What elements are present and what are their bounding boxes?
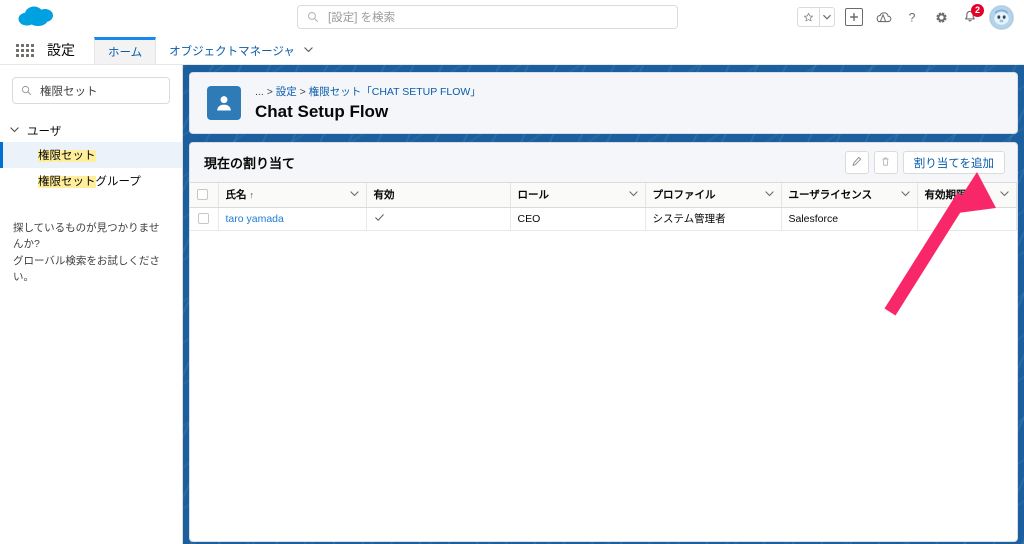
settings-gear-icon[interactable]: [931, 7, 951, 27]
sidebar-tree: ユーザ 権限セット 権限セットグループ: [0, 120, 182, 194]
chevron-down-icon[interactable]: [304, 45, 313, 57]
column-menu-role-icon[interactable]: [629, 189, 638, 201]
sidebar-hint: 探しているものが見つかりませんか? グローバル検索をお試しください。: [13, 220, 169, 285]
tab-object-manager-label: オブジェクトマネージャ: [169, 43, 295, 59]
sidebar-search-value: 権限セット: [40, 83, 98, 99]
column-header-name[interactable]: 氏名↑: [218, 183, 366, 207]
record-header: ... > 設定 > 権限セット「CHAT SETUP FLOW」 Chat S…: [189, 72, 1018, 134]
column-menu-name-icon[interactable]: [350, 189, 359, 201]
user-record-icon: [207, 86, 241, 120]
main-content: ... > 設定 > 権限セット「CHAT SETUP FLOW」 Chat S…: [183, 65, 1024, 544]
row-select-cell[interactable]: [190, 207, 218, 230]
sidebar-hint-line1: 探しているものが見つかりませんか?: [13, 220, 169, 253]
breadcrumb-permission-sets[interactable]: 権限セット: [309, 86, 362, 98]
sidebar-group-users-label: ユーザ: [27, 123, 61, 139]
select-all-header[interactable]: [190, 183, 218, 207]
avatar[interactable]: [989, 5, 1014, 30]
column-header-user-license-label: ユーザライセンス: [789, 187, 873, 202]
chevron-down-icon[interactable]: [10, 125, 19, 137]
global-header-actions: ? 2: [797, 3, 1014, 31]
sidebar-item-permission-set-groups-match: 権限セット: [38, 176, 96, 188]
cell-role: CEO: [510, 207, 645, 230]
favorites-caret-icon[interactable]: [819, 8, 834, 26]
notification-count-badge: 2: [971, 4, 984, 17]
cell-name[interactable]: taro yamada: [218, 207, 366, 230]
setup-nav-bar: 設定 ホーム オブジェクトマネージャ: [0, 34, 1024, 65]
setup-cloud-icon[interactable]: [873, 7, 893, 27]
page-title: Chat Setup Flow: [255, 102, 481, 122]
nav-tabs: ホーム オブジェクトマネージャ: [94, 34, 326, 64]
column-header-active[interactable]: 有効: [366, 183, 510, 207]
cell-active: [366, 207, 510, 230]
cell-user-license: Salesforce: [781, 207, 917, 230]
tab-home-label: ホーム: [108, 44, 142, 60]
user-link[interactable]: taro yamada: [226, 213, 284, 225]
table-header-row: 氏名↑ 有効 ロール: [190, 183, 1017, 207]
column-menu-expiration-icon[interactable]: [1000, 189, 1009, 201]
column-header-profile-label: プロファイル: [653, 187, 716, 202]
favorites-star-icon[interactable]: [798, 8, 819, 26]
trash-icon: [880, 154, 891, 172]
sidebar-item-permission-sets-label: 権限セット: [38, 150, 96, 162]
svg-text:?: ?: [909, 10, 916, 24]
app-title: 設定: [47, 40, 75, 60]
sort-ascending-icon[interactable]: ↑: [250, 190, 255, 200]
column-header-expiration[interactable]: 有効期限: [917, 183, 1017, 207]
sidebar-search-input[interactable]: 権限セット: [12, 77, 170, 104]
cell-expiration: [917, 207, 1017, 230]
row-select-checkbox[interactable]: [198, 213, 209, 224]
global-search-placeholder: [設定] を検索: [328, 9, 395, 25]
delete-button[interactable]: [874, 151, 898, 174]
select-all-checkbox[interactable]: [197, 189, 208, 200]
check-icon: [374, 214, 385, 226]
sidebar-item-permission-set-groups[interactable]: 権限セットグループ: [0, 168, 182, 194]
notifications-bell-icon[interactable]: 2: [960, 7, 980, 27]
sidebar-hint-line2: グローバル検索をお試しください。: [13, 253, 169, 286]
breadcrumb-dots[interactable]: ...: [255, 86, 264, 98]
breadcrumb: ... > 設定 > 権限セット「CHAT SETUP FLOW」: [255, 84, 481, 99]
breadcrumb-record-name: 「CHAT SETUP FLOW」: [361, 86, 481, 98]
global-search-input[interactable]: [設定] を検索: [297, 5, 678, 29]
setup-sidebar: 権限セット ユーザ 権限セット 権限セットグループ 探しているものが見つかりませ…: [0, 65, 183, 544]
current-assignments-card: 現在の割り当て 割り当て: [189, 142, 1018, 542]
column-header-role-label: ロール: [518, 187, 550, 202]
column-header-role[interactable]: ロール: [510, 183, 645, 207]
column-menu-user-license-icon[interactable]: [901, 189, 910, 201]
tab-object-manager[interactable]: オブジェクトマネージャ: [156, 38, 326, 64]
app-launcher-icon[interactable]: [12, 44, 38, 57]
breadcrumb-setup[interactable]: 設定: [276, 86, 297, 98]
breadcrumb-sep-2: >: [300, 86, 306, 98]
column-header-user-license[interactable]: ユーザライセンス: [781, 183, 917, 207]
salesforce-cloud-logo[interactable]: [14, 2, 66, 32]
add-assignment-label: 割り当てを追加: [914, 155, 994, 171]
sidebar-item-permission-set-groups-rest: グループ: [96, 176, 141, 188]
add-icon[interactable]: [844, 7, 864, 27]
search-icon: [307, 11, 319, 23]
table-row[interactable]: taro yamada CEO システム管理者 Salesforce: [190, 207, 1017, 230]
sidebar-group-users[interactable]: ユーザ: [0, 120, 182, 142]
column-menu-profile-icon[interactable]: [765, 189, 774, 201]
add-assignment-button[interactable]: 割り当てを追加: [903, 151, 1005, 174]
assignments-table: 氏名↑ 有効 ロール: [190, 183, 1017, 231]
pencil-icon: [851, 154, 862, 172]
cell-profile: システム管理者: [645, 207, 781, 230]
column-header-name-label: 氏名: [226, 189, 247, 201]
tab-home[interactable]: ホーム: [94, 37, 156, 64]
card-actions: 割り当てを追加: [845, 151, 1005, 174]
column-header-expiration-label: 有効期限: [925, 187, 967, 202]
global-header: [設定] を検索: [0, 0, 1024, 34]
favorites-group[interactable]: [797, 7, 835, 27]
edit-button[interactable]: [845, 151, 869, 174]
breadcrumb-sep-1: >: [267, 86, 273, 98]
sidebar-item-permission-sets[interactable]: 権限セット: [0, 142, 182, 168]
search-icon: [21, 85, 32, 96]
column-header-active-label: 有効: [374, 187, 395, 202]
card-title: 現在の割り当て: [204, 153, 295, 172]
card-header: 現在の割り当て 割り当て: [190, 143, 1017, 183]
column-header-profile[interactable]: プロファイル: [645, 183, 781, 207]
help-icon[interactable]: ?: [902, 7, 922, 27]
